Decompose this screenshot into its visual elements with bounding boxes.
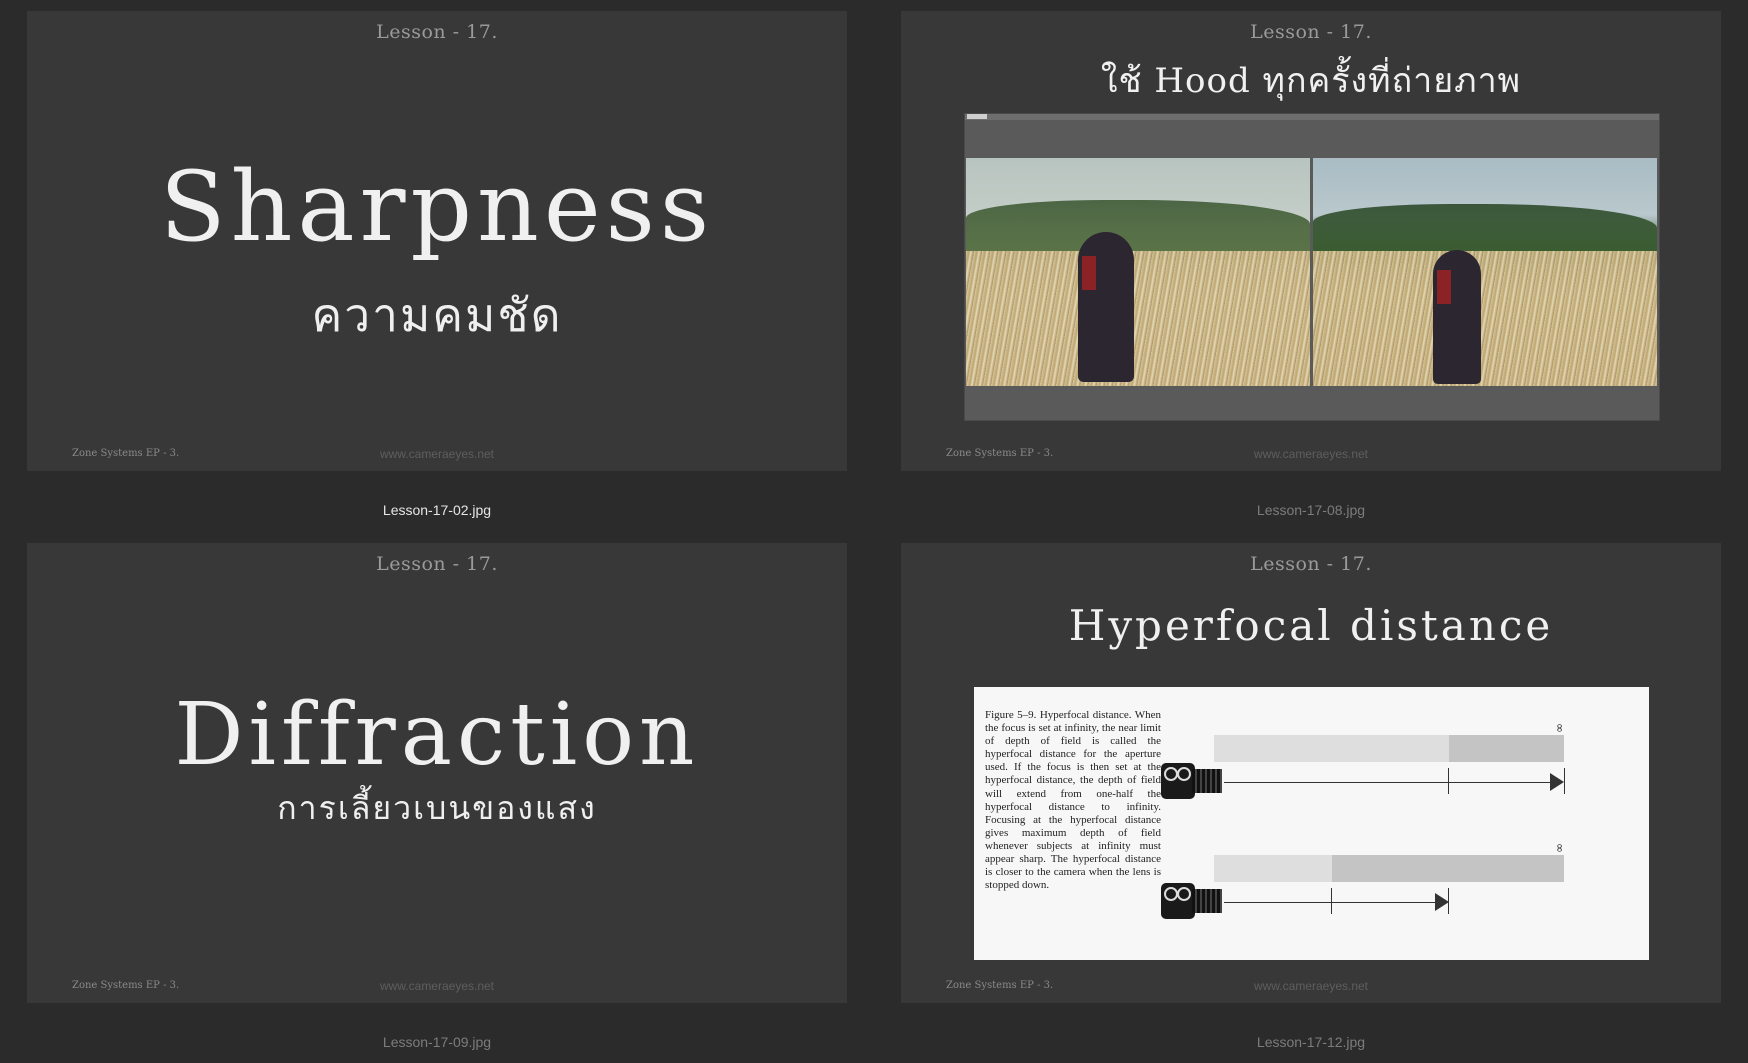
hyperfocal-distance-figure: Figure 5–9. Hyperfocal distance. When th… bbox=[974, 687, 1649, 960]
infinity-symbol: ∞ bbox=[1553, 843, 1567, 853]
camera-icon bbox=[1161, 883, 1223, 919]
slide-website: www.cameraeyes.net bbox=[1253, 979, 1369, 993]
thumbnail-filename[interactable]: Lesson-17-02.jpg bbox=[27, 502, 847, 518]
slide-title: Hyperfocal distance bbox=[1068, 601, 1554, 650]
slide-preview[interactable]: Lesson - 17. ใช้ Hood ทุกครั้งที่ถ่ายภาพ… bbox=[901, 11, 1721, 471]
thumbnail-filename[interactable]: Lesson-17-08.jpg bbox=[901, 502, 1721, 518]
slide-lesson-label: Lesson - 17. bbox=[376, 553, 498, 575]
slide-title: ใช้ Hood ทุกครั้งที่ถ่ายภาพ bbox=[1100, 61, 1522, 101]
slide-website: www.cameraeyes.net bbox=[1253, 447, 1369, 461]
slide-preview[interactable]: Lesson - 17. Hyperfocal distance Figure … bbox=[901, 543, 1721, 1003]
slide-website: www.cameraeyes.net bbox=[379, 447, 495, 461]
thumbnail-filename[interactable]: Lesson-17-12.jpg bbox=[901, 1034, 1721, 1050]
slide-title: Sharpness bbox=[159, 151, 715, 263]
thumbnail-filename[interactable]: Lesson-17-09.jpg bbox=[27, 1034, 847, 1050]
slide-lesson-label: Lesson - 17. bbox=[376, 21, 498, 43]
photo-comparison-image bbox=[964, 113, 1660, 421]
slide-preview[interactable]: Lesson - 17. Diffraction การเลี้ยวเบนของ… bbox=[27, 543, 847, 1003]
figure-caption: Figure 5–9. Hyperfocal distance. When th… bbox=[985, 709, 1161, 892]
arrow-right-icon bbox=[1550, 773, 1564, 791]
slide-lesson-label: Lesson - 17. bbox=[1250, 21, 1372, 43]
slide-lesson-label: Lesson - 17. bbox=[1250, 553, 1372, 575]
camera-icon bbox=[1161, 763, 1223, 799]
slide-subtitle: การเลี้ยวเบนของแสง bbox=[277, 789, 597, 827]
photo-with-hood bbox=[1313, 158, 1657, 386]
slide-website: www.cameraeyes.net bbox=[379, 979, 495, 993]
arrow-right-icon bbox=[1435, 893, 1449, 911]
slide-subtitle: ความคมชัด bbox=[311, 288, 563, 342]
slide-title: Diffraction bbox=[174, 685, 700, 785]
infinity-symbol: ∞ bbox=[1553, 723, 1567, 733]
photo-without-hood bbox=[966, 158, 1310, 386]
slide-preview[interactable]: Lesson - 17. Sharpness ความคมชัด Zone Sy… bbox=[27, 11, 847, 471]
